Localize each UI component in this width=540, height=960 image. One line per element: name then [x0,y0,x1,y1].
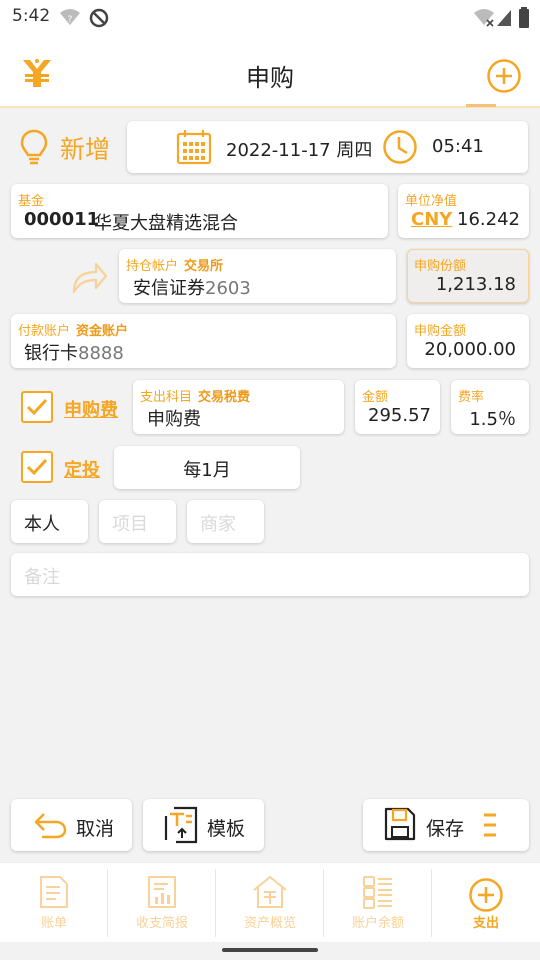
nav-tab-label: 账单 [40,916,67,931]
schedule-link[interactable]: 定投 [64,456,100,482]
page-title: 申购 [246,64,294,92]
expense-subject-label: 支出科目 交易税费 [140,390,251,405]
person-tag-label: 本人 [24,514,60,535]
amount-label: 申购金额 [414,324,467,339]
nav-tab-label: 账户余额 [351,916,404,931]
app-bar: 申购 [0,36,540,108]
fund-code: 000011 [24,209,100,230]
svg-text:?: ? [68,15,73,25]
status-bar: 5:42 ? [0,0,540,36]
expense-subject-value: 申购费 [147,409,201,430]
shares-value: 1,213.18 [435,274,516,295]
holding-label: 持仓帐户 交易所 [126,259,224,274]
account-list-icon [363,876,392,909]
battery-icon [519,7,529,28]
currency-link[interactable]: CNY [411,209,452,230]
mode-label: 新增 [60,135,111,164]
schedule-checkbox[interactable] [21,451,53,483]
holding-account: 安信证券2603 [133,278,251,299]
nav-tab-balance[interactable]: 账户余额 [324,863,432,943]
save-label: 保存 [426,818,465,840]
nav-tab-label: 资产概览 [243,916,296,931]
more-icon[interactable] [480,812,500,840]
amount-value: 20,000.00 [424,339,516,360]
schedule-interval-value: 每1月 [183,460,231,481]
calendar-icon [176,130,212,165]
template-icon [164,806,198,844]
note-input[interactable] [11,553,529,596]
payment-account: 银行卡8888 [24,343,124,364]
wifi-off-icon [474,9,494,27]
plus-circle-icon [469,878,503,912]
project-tag-placeholder: 项目 [112,514,148,535]
fee-link[interactable]: 申购费 [64,396,118,422]
fee-amount-label: 金额 [362,390,389,405]
nav-tab-bills[interactable]: 账单 [0,863,108,943]
status-time: 5:42 [12,6,51,26]
fee-rate-label: 费率 [458,390,485,405]
redo-arrow-icon [72,262,108,294]
merchant-tag-placeholder: 商家 [200,514,236,535]
checkmark-icon [26,458,48,476]
clock-icon [383,130,417,164]
nav-tab-label: 收支简报 [135,916,188,931]
nav-tab-expense[interactable]: 支出 [432,863,540,943]
template-label: 模板 [207,818,246,840]
plus-circle-icon[interactable] [486,58,522,94]
shares-label: 申购份额 [414,259,467,274]
wifi-question-icon: ? [60,9,80,25]
data-saver-icon [89,8,109,28]
report-icon [148,876,176,908]
nav-tab-summary[interactable]: 收支简报 [108,863,216,943]
fee-checkbox[interactable] [21,391,53,423]
bottom-nav: 账单 收支简报 资产概览 账户余额 支出 [0,862,540,942]
nav-value: 16.242 [457,209,520,230]
entry-time: 05:41 [432,136,484,157]
cancel-label: 取消 [76,818,115,840]
assets-house-icon [253,875,287,908]
note-placeholder: 备注 [24,567,60,588]
home-indicator [222,948,318,952]
bill-icon [40,876,68,908]
lightbulb-icon [20,129,48,165]
template-button[interactable] [143,799,264,851]
checkmark-icon [26,398,48,416]
fee-rate-value: 1.5％ [469,409,516,430]
payment-label: 付款账户 资金账户 [18,324,129,339]
nav-tab-assets[interactable]: 资产概览 [216,863,324,943]
undo-icon [34,813,67,839]
fee-amount-value: 295.57 [368,405,431,426]
fund-label: 基金 [18,194,45,209]
signal-icon [497,10,511,26]
fund-name: 华夏大盘精选混合 [94,213,238,234]
save-icon [384,807,416,841]
entry-date: 2022-11-17 周四 [226,140,373,161]
nav-tab-label: 支出 [472,916,499,931]
nav-label: 单位净值 [405,194,458,209]
scroll-indicator [466,104,496,107]
